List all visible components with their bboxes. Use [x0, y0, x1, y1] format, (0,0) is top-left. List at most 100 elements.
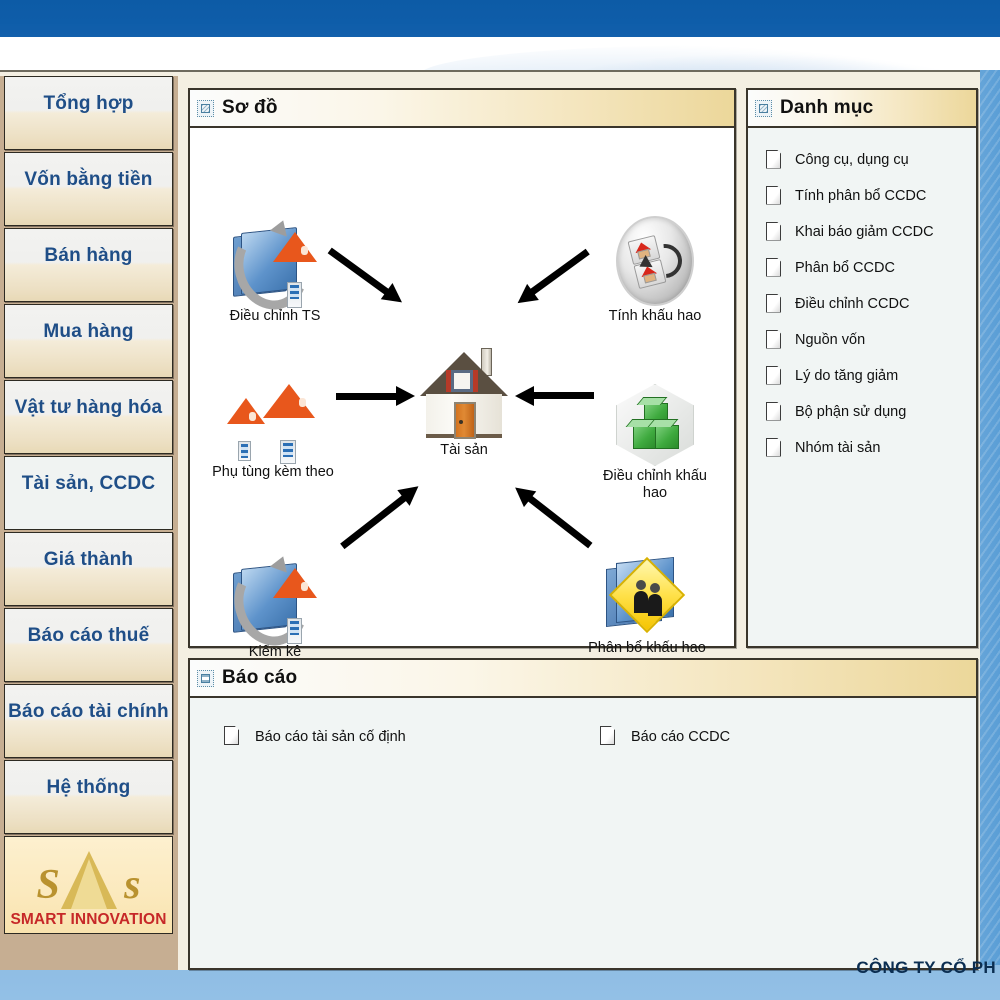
- diagram-panel-header: Sơ đồ: [190, 90, 734, 128]
- report-icon: [197, 669, 214, 687]
- document-icon: [766, 366, 783, 387]
- sidebar-item-tong-hop[interactable]: Tổng hợp: [4, 76, 173, 150]
- house-icon: [420, 344, 508, 440]
- list-item[interactable]: Lý do tăng giảm: [748, 358, 976, 394]
- sidebar: Tổng hợp Vốn bằng tiền Bán hàng Mua hàng…: [0, 76, 178, 970]
- sidebar-item-label: Vật tư hàng hóa: [14, 397, 163, 418]
- list-item[interactable]: Nhóm tài sản: [748, 430, 976, 466]
- list-item-label: Lý do tăng giảm: [795, 368, 899, 384]
- list-item[interactable]: Điều chỉnh CCDC: [748, 286, 976, 322]
- logo-text: SMART INNOVATION: [10, 911, 167, 928]
- sidebar-item-he-thong[interactable]: Hệ thống: [4, 760, 173, 834]
- desktop-bottom-band: [0, 965, 1000, 1000]
- list-item[interactable]: Nguồn vốn: [748, 322, 976, 358]
- list-item[interactable]: Khai báo giảm CCDC: [748, 214, 976, 250]
- sidebar-item-vat-tu-hang-hoa[interactable]: Vật tư hàng hóa: [4, 380, 173, 454]
- category-list-body: Công cụ, dụng cụ Tính phân bổ CCDC Khai …: [748, 128, 976, 646]
- diagram-canvas: Điều chỉnh TS Tính khấu hao Phụ tùng kèm…: [190, 128, 734, 660]
- diagram-node-tai-san[interactable]: Tài sản: [399, 336, 529, 459]
- document-icon: [766, 186, 783, 207]
- list-item-label: Nguồn vốn: [795, 332, 866, 348]
- list-item[interactable]: Tính phân bổ CCDC: [748, 178, 976, 214]
- diagram-node-label: Phụ tùng kèm theo: [212, 464, 334, 480]
- list-item-label: Nhóm tài sản: [795, 440, 881, 456]
- green-cubes-icon: [616, 384, 694, 466]
- list-item[interactable]: Báo cáo CCDC: [600, 726, 976, 747]
- sidebar-item-label: Tổng hợp: [43, 93, 134, 114]
- sidebar-item-label: Báo cáo thuế: [27, 625, 150, 646]
- list-item-label: Bộ phận sử dụng: [795, 404, 907, 420]
- content-area: Sơ đồ Điều chỉnh TS Tính khấu hao Phụ tù…: [178, 76, 978, 970]
- folder-house-refresh-icon: [223, 552, 319, 656]
- sidebar-item-label: Tài sản, CCDC: [21, 473, 156, 494]
- diagram-node-phan-bo-khau-hao[interactable]: Phân bổ khấu hao: [582, 552, 712, 657]
- document-icon: [224, 726, 241, 747]
- two-houses-icon: [225, 382, 321, 464]
- report-panel-title: Báo cáo: [222, 667, 298, 688]
- sidebar-item-bao-cao-tai-chinh[interactable]: Báo cáo tài chính: [4, 684, 173, 758]
- category-panel-title: Danh mục: [780, 97, 874, 118]
- sidebar-item-tai-san-ccdc[interactable]: Tài sản, CCDC: [4, 456, 173, 530]
- document-icon: [766, 438, 783, 459]
- list-item[interactable]: Báo cáo tài sản cố định: [224, 726, 600, 747]
- diagram-node-label: Kiểm kê: [248, 644, 302, 660]
- list-item-label: Phân bổ CCDC: [795, 260, 895, 276]
- sidebar-item-label: Hệ thống: [46, 777, 131, 798]
- category-list: Công cụ, dụng cụ Tính phân bổ CCDC Khai …: [748, 128, 976, 466]
- diagram-node-kiem-ke[interactable]: Kiểm kê: [210, 552, 340, 661]
- pyramid-logo-icon: S s: [29, 849, 149, 911]
- list-item-label: Công cụ, dụng cụ: [795, 152, 909, 168]
- document-icon: [766, 294, 783, 315]
- list-item-label: Tính phân bổ CCDC: [795, 188, 927, 204]
- report-panel-header: Báo cáo: [190, 660, 976, 698]
- report-list: Báo cáo tài sản cố định Báo cáo CCDC: [190, 698, 976, 747]
- sidebar-item-label: Giá thành: [43, 549, 134, 570]
- catalog-icon: [755, 99, 772, 117]
- sidebar-item-von-bang-tien[interactable]: Vốn bằng tiền: [4, 152, 173, 226]
- diagram-node-label: Điều chỉnh TS: [229, 308, 321, 324]
- screen: Tổng hợp Vốn bằng tiền Bán hàng Mua hàng…: [0, 0, 1000, 1000]
- desktop-white-band: [0, 37, 1000, 70]
- document-icon: [766, 330, 783, 351]
- document-icon: [766, 258, 783, 279]
- logo-flourish-right: s: [124, 862, 141, 908]
- list-item-label: Báo cáo CCDC: [631, 728, 731, 745]
- list-item[interactable]: Công cụ, dụng cụ: [748, 142, 976, 178]
- diagram-panel-title: Sơ đồ: [222, 97, 278, 118]
- oval-depreciation-icon: [616, 216, 694, 306]
- sidebar-item-mua-hang[interactable]: Mua hàng: [4, 304, 173, 378]
- diagram-node-label: Phân bổ khấu hao: [588, 640, 706, 656]
- brand-logo: S s SMART INNOVATION: [4, 836, 173, 934]
- diagram-node-label: Tính khấu hao: [608, 308, 702, 324]
- sidebar-item-ban-hang[interactable]: Bán hàng: [4, 228, 173, 302]
- diagram-panel: Sơ đồ Điều chỉnh TS Tính khấu hao Phụ tù…: [188, 88, 736, 660]
- diagram-node-label: Tài sản: [440, 442, 488, 458]
- list-item-label: Điều chỉnh CCDC: [795, 296, 910, 312]
- sidebar-item-gia-thanh[interactable]: Giá thành: [4, 532, 173, 606]
- application-window: Tổng hợp Vốn bằng tiền Bán hàng Mua hàng…: [0, 70, 980, 970]
- document-icon: [600, 726, 617, 747]
- sidebar-item-label: Mua hàng: [43, 321, 134, 342]
- desktop-top-band: [0, 0, 1000, 37]
- sidebar-item-label: Vốn bằng tiền: [24, 169, 153, 190]
- diagram-node-tinh-khau-hao[interactable]: Tính khấu hao: [590, 216, 720, 325]
- diagram-icon: [197, 99, 214, 117]
- diagram-node-dieu-chinh-ts[interactable]: Điều chỉnh TS: [210, 216, 340, 325]
- company-name-text: CÔNG TY CỔ PH: [856, 958, 996, 977]
- document-icon: [766, 150, 783, 171]
- list-item[interactable]: Bộ phận sử dụng: [748, 394, 976, 430]
- list-item[interactable]: Phân bổ CCDC: [748, 250, 976, 286]
- document-icon: [766, 222, 783, 243]
- yellow-sign-people-icon: [604, 556, 690, 638]
- report-body: Báo cáo tài sản cố định Báo cáo CCDC: [190, 698, 976, 968]
- sidebar-item-bao-cao-thue[interactable]: Báo cáo thuế: [4, 608, 173, 682]
- diagram-node-label: Điều chỉnh khấu hao: [603, 468, 707, 502]
- category-panel-header: Danh mục: [748, 90, 976, 128]
- folder-house-refresh-icon: [223, 216, 319, 320]
- sidebar-item-label: Báo cáo tài chính: [8, 701, 169, 722]
- list-item-label: Khai báo giảm CCDC: [795, 224, 934, 240]
- sidebar-item-label: Bán hàng: [44, 245, 133, 266]
- list-item-label: Báo cáo tài sản cố định: [255, 728, 406, 745]
- diagram-node-phu-tung-kem-theo[interactable]: Phụ tùng kèm theo: [208, 376, 338, 481]
- diagram-node-dieu-chinh-khau-hao[interactable]: Điều chỉnh khấu hao: [590, 380, 720, 502]
